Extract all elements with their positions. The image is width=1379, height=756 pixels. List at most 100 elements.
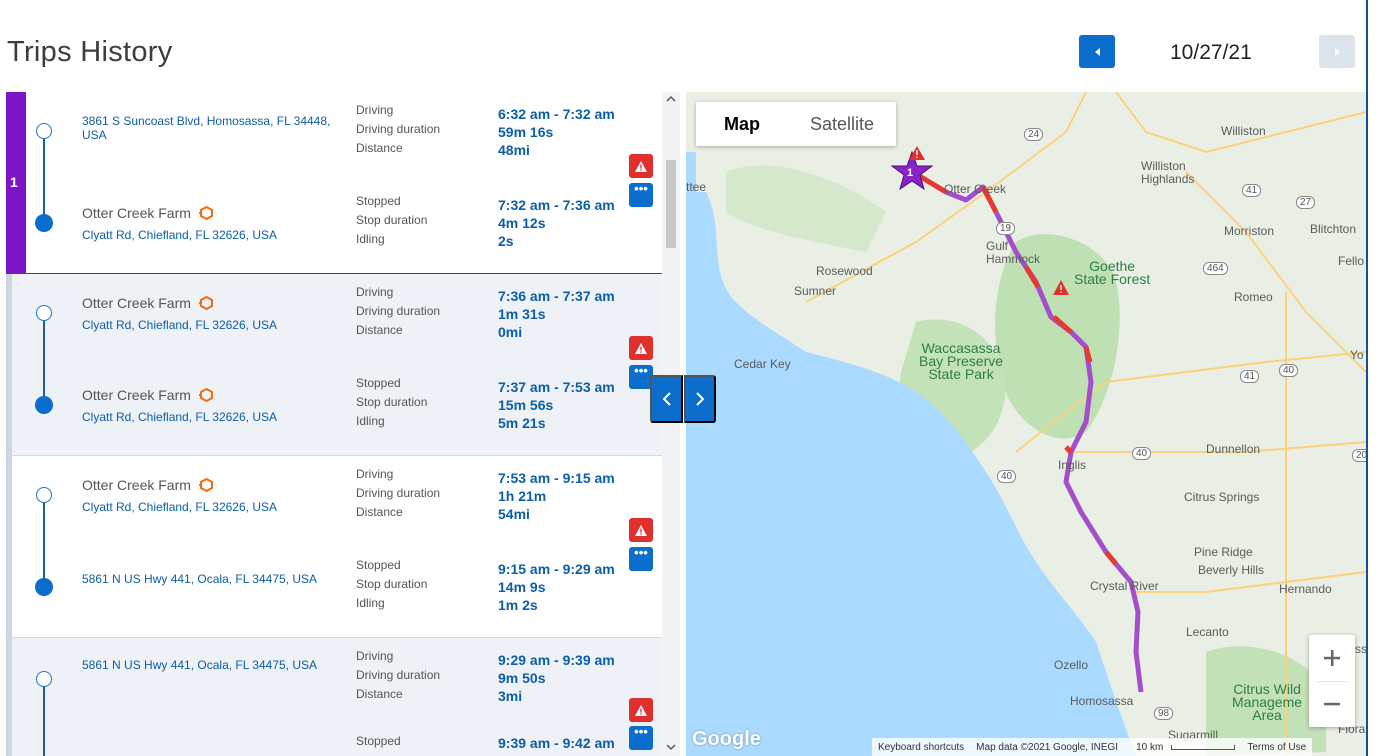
distance: 48mi	[498, 142, 530, 158]
start-address[interactable]: 3861 S Suncoast Blvd, Homosassa, FL 3444…	[82, 114, 332, 142]
stopped-time: 9:15 am - 9:29 am	[498, 561, 615, 577]
more-options-button[interactable]: •••	[629, 181, 653, 207]
distance: 54mi	[498, 506, 530, 522]
road-shield: 19	[996, 222, 1016, 235]
next-day-button[interactable]	[1319, 35, 1355, 68]
trip-side-bar	[6, 274, 12, 455]
scale-label: 10 km	[1136, 741, 1164, 753]
map-label: Lecanto	[1186, 625, 1229, 639]
chevron-right-icon	[696, 392, 705, 406]
label-stop-duration: Stop duration	[356, 395, 428, 409]
distance: 3mi	[498, 688, 523, 704]
stopped-time: 7:37 am - 7:53 am	[498, 379, 615, 395]
stop-values: 7:32 am - 7:36 am 4m 12s 2s	[498, 196, 615, 250]
road-shield: 98	[1154, 707, 1174, 720]
trip-item[interactable]: Otter Creek Farm Clyatt Rd, Chiefland, F…	[6, 274, 663, 456]
timeline-line	[43, 676, 45, 756]
trips-list[interactable]: 1 3861 S Suncoast Blvd, Homosassa, FL 34…	[6, 92, 680, 756]
trip-item[interactable]: 1 3861 S Suncoast Blvd, Homosassa, FL 34…	[6, 92, 663, 274]
scrollbar-thumb[interactable]	[666, 160, 676, 248]
start-point-icon	[36, 123, 52, 139]
label-driving: Driving	[356, 285, 394, 299]
scale-indicator[interactable]: 10 km	[1124, 742, 1241, 753]
label-distance: Distance	[356, 323, 403, 337]
stop-labels: Stopped Stop duration Idling	[356, 374, 427, 431]
map-label: Otter Creek	[944, 182, 1007, 196]
scroll-down-icon[interactable]	[666, 742, 676, 752]
scrollbar[interactable]	[662, 92, 680, 756]
map-label: Rosewood	[816, 264, 873, 278]
start-address[interactable]: 5861 N US Hwy 441, Ocala, FL 34475, USA	[82, 658, 332, 672]
label-driving: Driving	[356, 103, 394, 117]
map-label: ttee	[686, 180, 707, 194]
terms-of-use-link[interactable]: Terms of Use	[1241, 742, 1312, 753]
start-address[interactable]: Clyatt Rd, Chiefland, FL 32626, USA	[82, 318, 332, 332]
chevron-left-icon	[662, 392, 671, 406]
start-address[interactable]: Clyatt Rd, Chiefland, FL 32626, USA	[82, 500, 332, 514]
map-type-satellite-button[interactable]: Satellite	[788, 102, 896, 146]
trip-number: 1	[10, 174, 18, 190]
timeline-line	[43, 312, 45, 402]
label-driving-duration: Driving duration	[356, 122, 441, 136]
map-label: Blitchton	[1310, 222, 1357, 236]
map-canvas[interactable]	[686, 92, 1366, 756]
drive-labels: Driving Driving duration Distance	[356, 283, 440, 340]
collapse-panel-button[interactable]	[650, 375, 683, 423]
ellipsis-icon: •••	[634, 545, 648, 560]
alert-button[interactable]	[629, 698, 653, 722]
end-point-icon	[35, 214, 53, 232]
divider	[1366, 0, 1368, 92]
stop-address[interactable]: 5861 N US Hwy 441, Ocala, FL 34475, USA	[82, 572, 332, 586]
map-label: Yo	[1350, 348, 1364, 362]
driving-time: 7:53 am - 9:15 am	[498, 470, 615, 486]
ellipsis-icon: •••	[634, 181, 648, 196]
idling: 1m 2s	[498, 597, 538, 613]
start-point-icon	[36, 487, 52, 503]
map-type-control: Map Satellite	[696, 102, 897, 146]
trip-item[interactable]: 5861 N US Hwy 441, Ocala, FL 34475, USA …	[6, 638, 663, 756]
map-label: Goethe State Forest	[1074, 258, 1151, 287]
map-label: Beverly Hills	[1198, 563, 1265, 577]
expand-panel-button[interactable]	[684, 375, 716, 423]
warning-icon	[635, 342, 647, 354]
road-shield: 40	[997, 470, 1017, 483]
end-point-icon	[35, 396, 53, 414]
trip-item[interactable]: Otter Creek Farm Clyatt Rd, Chiefland, F…	[6, 456, 663, 638]
alert-button[interactable]	[629, 518, 653, 542]
map-view[interactable]: 1 Map Satellite Williston Williston High…	[686, 92, 1366, 756]
alert-button[interactable]	[629, 336, 653, 360]
label-stopped: Stopped	[356, 558, 401, 572]
map-label: Hernando	[1279, 582, 1332, 596]
drive-values: 9:29 am - 9:39 am 9m 50s 3mi	[498, 651, 615, 705]
label-driving-duration: Driving duration	[356, 668, 441, 682]
scroll-up-icon[interactable]	[666, 94, 676, 104]
label-driving-duration: Driving duration	[356, 304, 441, 318]
keyboard-shortcuts-link[interactable]: Keyboard shortcuts	[872, 742, 970, 753]
zoom-in-button[interactable]	[1309, 635, 1355, 681]
ellipsis-icon: •••	[634, 363, 648, 378]
alert-button[interactable]	[629, 154, 653, 178]
driving-duration: 1h 21m	[498, 488, 547, 504]
stop-address[interactable]: Clyatt Rd, Chiefland, FL 32626, USA	[82, 228, 332, 242]
more-options-button[interactable]: •••	[629, 545, 653, 571]
start-point-icon	[36, 305, 52, 321]
place-marker-icon	[198, 206, 213, 220]
road-shield: 40	[1279, 364, 1299, 377]
stop-place[interactable]: Otter Creek Farm	[82, 204, 214, 221]
warning-icon	[635, 160, 647, 172]
more-options-button[interactable]: •••	[629, 725, 653, 750]
stop-place[interactable]: Otter Creek Farm	[82, 386, 214, 403]
timeline-line	[43, 130, 45, 220]
minus-icon	[1324, 702, 1340, 706]
stop-address[interactable]: Clyatt Rd, Chiefland, FL 32626, USA	[82, 410, 332, 424]
idling: 5m 21s	[498, 415, 546, 431]
map-label: Romeo	[1234, 290, 1273, 304]
start-place[interactable]: Otter Creek Farm	[82, 476, 214, 493]
road-shield: 20	[1352, 449, 1366, 462]
map-type-map-button[interactable]: Map	[696, 102, 788, 146]
start-place[interactable]: Otter Creek Farm	[82, 294, 214, 311]
previous-day-button[interactable]	[1079, 35, 1115, 68]
zoom-out-button[interactable]	[1309, 681, 1355, 727]
map-label: Gulf Hammock	[986, 239, 1041, 266]
plus-icon	[1324, 650, 1340, 666]
